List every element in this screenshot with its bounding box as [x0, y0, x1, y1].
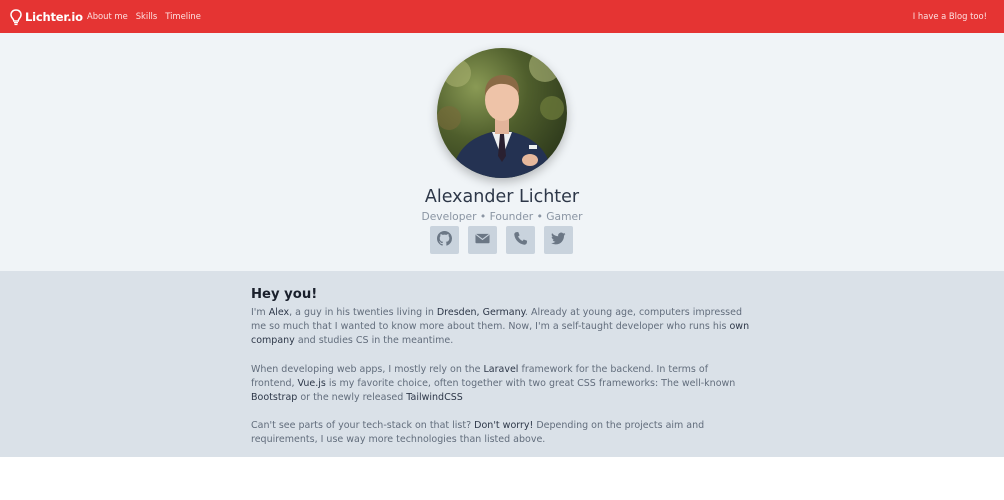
about-paragraph-2: When developing web apps, I mostly rely … [251, 363, 753, 406]
profile-name: Alexander Lichter [424, 187, 580, 207]
brand-name: Lichter.io [25, 10, 83, 24]
text-span: I'm [251, 307, 269, 318]
text-span: Can't see parts of your tech-stack on th… [251, 420, 475, 432]
text-span: When developing web apps, I mostly rely … [251, 363, 484, 375]
nav-link-skills[interactable]: Skills [136, 11, 158, 21]
highlight-bootstrap: Bootstrap [251, 392, 298, 404]
text-span: , a guy in his twenties living in [289, 307, 437, 318]
about-section: Hey you! I'm Alex, a guy in his twenties… [0, 271, 1004, 457]
phone-button[interactable] [506, 226, 535, 254]
highlight-location: Dresden, Germany [436, 307, 525, 318]
profile-tagline: Developer • Founder • Gamer [421, 210, 583, 223]
about-paragraph-3: Can't see parts of your tech-stack on th… [251, 419, 753, 447]
highlight-alex: Alex [268, 307, 290, 318]
avatar [437, 48, 567, 178]
nav-link-about[interactable]: About me [87, 11, 128, 21]
text-span: is my favorite choice, often together wi… [325, 377, 736, 389]
highlight-vuejs: Vue.js [297, 377, 326, 389]
twitter-icon [551, 231, 566, 250]
highlight-laravel: Laravel [483, 363, 519, 375]
nav-link-blog[interactable]: I have a Blog too! [913, 11, 987, 21]
about-paragraph-1: I'm Alex, a guy in his twenties living i… [251, 306, 753, 349]
nav-links: About me Skills Timeline [87, 11, 201, 21]
lightbulb-icon [10, 8, 22, 26]
envelope-icon [475, 231, 490, 250]
highlight-tailwindcss: TailwindCSS [406, 392, 463, 404]
about-title: Hey you! [251, 287, 318, 302]
text-span: and studies CS in the meantime. [294, 335, 454, 347]
email-button[interactable] [468, 226, 497, 254]
about-content: Hey you! I'm Alex, a guy in his twenties… [251, 287, 753, 462]
navbar: Lichter.io About me Skills Timeline I ha… [0, 0, 1004, 33]
highlight-dont-worry: Don't worry! [474, 420, 534, 432]
github-icon [437, 230, 452, 250]
twitter-button[interactable] [544, 226, 573, 254]
github-button[interactable] [430, 226, 459, 254]
social-links [430, 226, 573, 254]
text-span: or the newly released [297, 392, 407, 404]
nav-link-timeline[interactable]: Timeline [165, 11, 201, 21]
hero-section: Alexander Lichter Developer • Founder • … [0, 33, 1004, 271]
brand-logo[interactable]: Lichter.io [10, 8, 83, 26]
phone-icon [513, 231, 528, 250]
